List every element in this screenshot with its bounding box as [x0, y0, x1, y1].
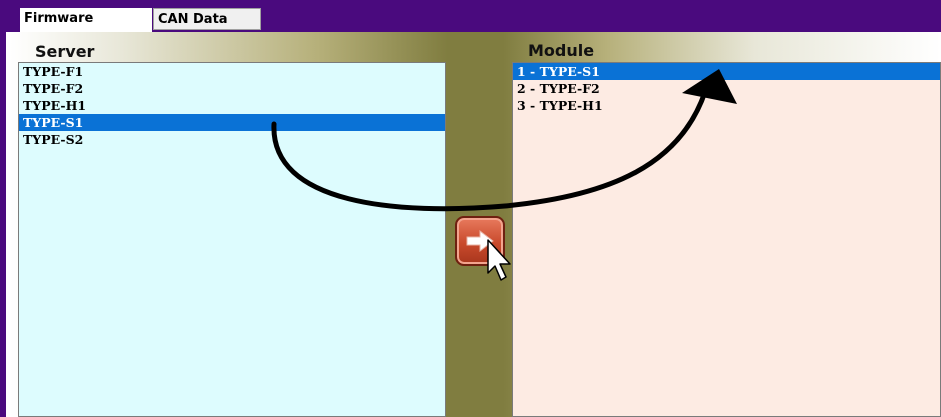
transfer-button[interactable] — [455, 216, 505, 266]
server-label: Server — [35, 42, 95, 61]
server-list-item[interactable]: TYPE-H1 — [19, 97, 445, 114]
server-list-item[interactable]: TYPE-S2 — [19, 131, 445, 148]
tab-firmware-sound[interactable]: Firmware _Sound — [20, 8, 152, 48]
module-label: Module — [528, 41, 595, 60]
module-listbox[interactable]: 1 - TYPE-S1 2 - TYPE-F2 3 - TYPE-H1 — [512, 62, 941, 417]
server-listbox[interactable]: TYPE-F1 TYPE-F2 TYPE-H1 TYPE-S1 TYPE-S2 — [18, 62, 446, 417]
module-list-item[interactable]: 3 - TYPE-H1 — [513, 97, 940, 114]
right-arrow-icon — [466, 230, 494, 252]
server-list-item[interactable]: TYPE-F2 — [19, 80, 445, 97]
module-list-item[interactable]: 2 - TYPE-F2 — [513, 80, 940, 97]
tab-can-data-log[interactable]: CAN Data Log — [153, 8, 261, 49]
module-list-item[interactable]: 1 - TYPE-S1 — [513, 63, 940, 80]
server-list-item[interactable]: TYPE-S1 — [19, 114, 445, 131]
server-list-item[interactable]: TYPE-F1 — [19, 63, 445, 80]
